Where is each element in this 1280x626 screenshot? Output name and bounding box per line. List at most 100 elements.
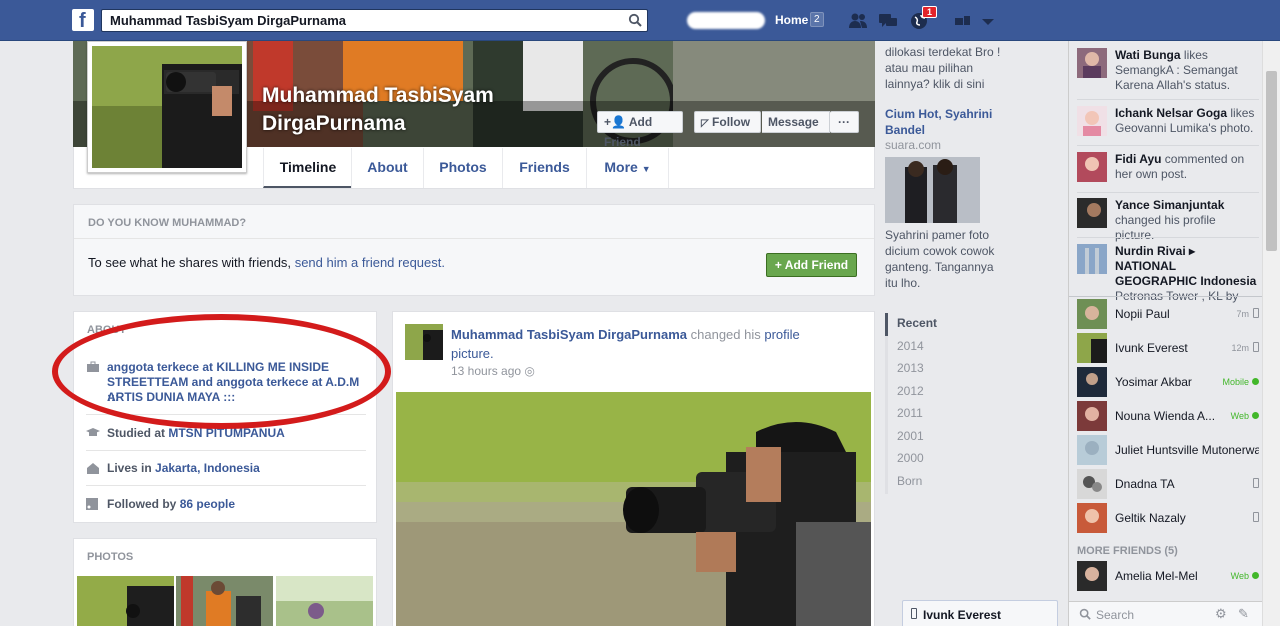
message-button[interactable]: Message (762, 111, 830, 133)
year-2011[interactable]: 2011 (885, 403, 995, 426)
profile-name[interactable]: Muhammad TasbiSyam DirgaPurnama (262, 82, 494, 138)
chat-contact[interactable]: Juliet Huntsville Mutonerwa (1077, 435, 1259, 465)
ticker-item[interactable]: Wati Bunga likes SemangkA : Semangat Karen… (1077, 48, 1259, 94)
ad1-line3: lainnya? klik di sini (885, 77, 985, 91)
follow-button[interactable]: ◸ Follow (694, 111, 761, 133)
divider (74, 238, 874, 239)
privacy-shortcuts-icon[interactable] (953, 12, 973, 30)
ticker-name: Wati Bunga (1115, 48, 1181, 62)
avatar (1077, 367, 1107, 397)
photo-thumbnail[interactable] (276, 576, 373, 626)
chat-window-tab[interactable]: Ivunk Everest (902, 600, 1058, 626)
ticker-line2: her own post. (1115, 167, 1188, 181)
ticker-item[interactable]: Yance Simanjuntak changed his profile pic… (1077, 198, 1259, 242)
more-options-button[interactable]: ··· (830, 111, 859, 133)
ad1-line2: atau mau pilihan (885, 61, 974, 75)
messages-icon[interactable] (878, 12, 898, 30)
ad2-source: suara.com (885, 138, 942, 152)
ticker-line2: Geovanni Lumika's photo. (1115, 121, 1254, 135)
about-followers: Followed by 86 people (86, 497, 366, 513)
year-2000[interactable]: 2000 (885, 448, 995, 471)
chat-search-bar[interactable]: Search ⚙ ✎ (1069, 601, 1263, 626)
send-friend-request-link[interactable]: send him a friend request. (295, 255, 445, 270)
profile-picture-link[interactable]: profile (764, 327, 799, 342)
photo-thumbnail[interactable] (77, 576, 174, 626)
chat-contact[interactable]: Nopii Paul 7m (1077, 299, 1259, 329)
year-2012[interactable]: 2012 (885, 381, 995, 404)
chat-contact[interactable]: Ivunk Everest 12m (1077, 333, 1259, 363)
tab-about-label: About (367, 159, 408, 175)
message-label: Message (768, 115, 819, 129)
chat-contact[interactable]: Dnadna TA (1077, 469, 1259, 499)
ticker-name: Nurdin Rivai (1115, 244, 1186, 258)
photos-box: PHOTOS (73, 538, 377, 626)
add-friend-green-button[interactable]: + Add Friend (766, 253, 857, 277)
ticker-name: Ichank Nelsar Goga (1115, 106, 1228, 120)
year-2014[interactable]: 2014 (885, 336, 995, 359)
ticker-action: commented on (1164, 152, 1245, 166)
year-born[interactable]: Born (885, 471, 995, 494)
tab-about[interactable]: About (351, 148, 423, 188)
ad2-title[interactable]: Cium Hot, Syahrini Bandel (885, 106, 992, 138)
chat-search-input[interactable]: Search (1096, 608, 1134, 622)
compose-icon[interactable]: ✎ (1238, 606, 1249, 622)
chat-contact[interactable]: Geltik Nazaly (1077, 503, 1259, 533)
ad1-text[interactable]: dilokasi terdekat Bro ! atau mau pilihan l… (885, 44, 1000, 92)
mobile-icon (1253, 342, 1259, 352)
profile-picture-link-2[interactable]: picture. (451, 346, 494, 361)
photo-thumbnail[interactable] (176, 576, 273, 626)
chat-contact-status: Web (1230, 411, 1249, 421)
profile-picture-image (92, 46, 242, 168)
year-recent[interactable]: Recent (885, 313, 995, 336)
home-icon (87, 463, 99, 474)
followers-link[interactable]: 86 people (180, 497, 235, 511)
page-scrollbar[interactable] (1262, 41, 1280, 626)
public-globe-icon: ◎ (524, 364, 535, 378)
facebook-logo[interactable]: f (72, 9, 94, 32)
chat-contact[interactable]: Amelia Mel-Mel Web (1077, 561, 1259, 591)
ad2-image[interactable] (885, 157, 980, 223)
chat-contact[interactable]: Nouna Wienda A... Web (1077, 401, 1259, 431)
ticker-line3: Karena Allah's status. (1115, 78, 1231, 92)
online-indicator (1252, 378, 1259, 385)
gear-icon[interactable]: ⚙ (1215, 606, 1227, 622)
settings-dropdown-icon[interactable] (978, 12, 998, 30)
chat-contact[interactable]: Yosimar Akbar Mobile (1077, 367, 1259, 397)
year-2001[interactable]: 2001 (885, 426, 995, 449)
avatar (1077, 469, 1107, 499)
scrollbar-thumb[interactable] (1266, 71, 1277, 251)
search-icon[interactable] (628, 13, 642, 27)
online-indicator (1252, 572, 1259, 579)
tab-timeline[interactable]: Timeline (263, 148, 352, 188)
ticker-item[interactable]: Nurdin Rivai ▸ NATIONAL GEOGRAPHIC Indone… (1077, 244, 1259, 303)
home-link[interactable]: Home (775, 13, 808, 27)
search-input-value: Muhammad TasbiSyam DirgaPurnama (110, 13, 346, 28)
post-author-link[interactable]: Muhammad TasbiSyam DirgaPurnama (451, 327, 687, 342)
divider (86, 450, 366, 451)
ticker-item[interactable]: Fidi Ayu commented on her own post. (1077, 152, 1259, 184)
avatar (1077, 198, 1107, 228)
user-name-redacted[interactable] (687, 12, 765, 29)
prompt-text-body: To see what he shares with friends, (88, 255, 292, 270)
post-author-avatar[interactable] (405, 324, 443, 360)
location-link[interactable]: Jakarta, Indonesia (155, 461, 260, 475)
friend-requests-icon[interactable] (848, 12, 868, 30)
post-timestamp[interactable]: 13 hours ago ◎ (451, 364, 535, 378)
year-label: 2014 (897, 339, 924, 353)
add-friend-button[interactable]: +👤 Add Friend (597, 111, 683, 149)
tab-friends[interactable]: Friends (502, 148, 586, 188)
about-location: Lives in Jakarta, Indonesia (86, 461, 366, 477)
tab-photos-label: Photos (439, 159, 487, 175)
post-photo[interactable] (396, 392, 871, 626)
ad2-description[interactable]: Syahrini pamer foto dicium cowok cowok gan… (885, 227, 994, 291)
year-2013[interactable]: 2013 (885, 358, 995, 381)
profile-picture[interactable] (87, 41, 247, 173)
post-action-text: changed his (690, 327, 761, 342)
tab-more[interactable]: More ▼ (586, 148, 669, 188)
search-input[interactable]: Muhammad TasbiSyam DirgaPurnama (101, 9, 648, 32)
year-label: 2013 (897, 361, 924, 375)
ad2-line2: dicium cowok cowok (885, 244, 995, 258)
tab-photos[interactable]: Photos (423, 148, 502, 188)
ticker-item[interactable]: Ichank Nelsar Goga likes Geovanni Lumika'… (1077, 106, 1259, 138)
mobile-icon (1253, 308, 1259, 318)
